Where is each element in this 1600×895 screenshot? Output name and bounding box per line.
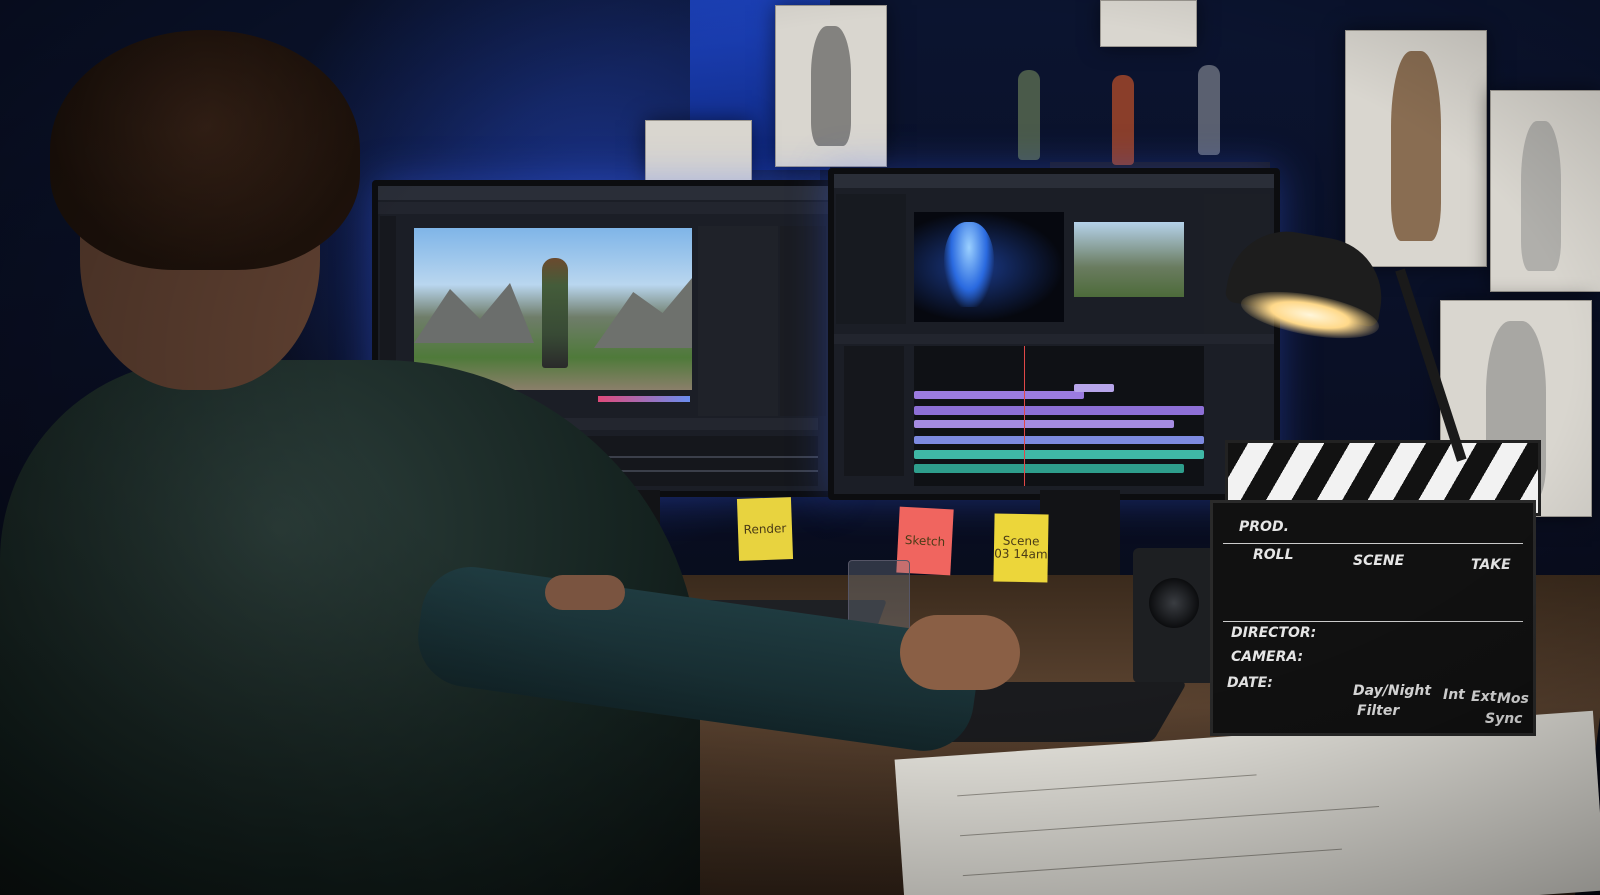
- clap-daynight-label: Day/Night: [1353, 683, 1432, 699]
- character-poster-5: [1490, 90, 1600, 292]
- clap-divider: [1223, 543, 1523, 544]
- video-clip[interactable]: [914, 436, 1204, 444]
- clap-sync-label: Sync: [1485, 711, 1523, 727]
- clap-roll-label: ROLL: [1253, 547, 1294, 563]
- video-clip[interactable]: [1074, 384, 1114, 392]
- viewport-render[interactable]: [414, 228, 692, 390]
- clap-mos-label: Mos: [1497, 691, 1529, 707]
- color-bar: [598, 396, 690, 402]
- person-hand: [900, 615, 1020, 690]
- mountain: [414, 283, 534, 343]
- character-poster-1: [775, 5, 887, 167]
- playhead[interactable]: [1024, 346, 1025, 486]
- sketch-line: [957, 774, 1257, 797]
- animation-studio-scene: Render Sketch Scene 03 14am PROD. ROLL S…: [0, 0, 1600, 895]
- glowing-character: [944, 222, 994, 307]
- character-poster-2: [645, 120, 752, 182]
- poster-figure: [1521, 121, 1561, 271]
- clap-prod-label: PROD.: [1239, 519, 1289, 535]
- sketch-line: [962, 848, 1342, 877]
- figurine-2: [1112, 75, 1134, 165]
- poster-figure: [811, 26, 851, 146]
- video-editor-window[interactable]: [834, 174, 1274, 494]
- video-clip[interactable]: [914, 391, 1084, 399]
- figurine-3: [1198, 65, 1220, 155]
- person-hair: [50, 30, 360, 270]
- poster-figure: [1391, 51, 1441, 241]
- editor-menu-bar[interactable]: [834, 174, 1274, 188]
- right-monitor: [828, 168, 1280, 500]
- app-toolbar[interactable]: [378, 202, 830, 214]
- track-headers[interactable]: [844, 346, 904, 476]
- video-clip[interactable]: [914, 420, 1174, 428]
- editing-timeline[interactable]: [914, 346, 1204, 486]
- app-menu-bar[interactable]: [378, 186, 830, 200]
- media-browser-panel[interactable]: [836, 194, 906, 324]
- clap-divider: [1223, 621, 1523, 622]
- timeline-toolbar[interactable]: [834, 334, 1274, 344]
- clap-ext-label: Ext: [1471, 689, 1497, 705]
- clap-filter-label: Filter: [1357, 703, 1400, 719]
- program-monitor[interactable]: [1074, 222, 1184, 297]
- clap-int-label: Int: [1443, 687, 1465, 703]
- source-monitor[interactable]: [914, 212, 1064, 322]
- clap-scene-label: SCENE: [1353, 553, 1405, 569]
- person-left-hand: [545, 575, 625, 610]
- audio-clip[interactable]: [914, 450, 1204, 459]
- clapperboard: PROD. ROLL SCENE TAKE DIRECTOR: CAMERA: …: [1210, 500, 1536, 736]
- sticky-note-scene: Scene 03 14am: [993, 513, 1049, 583]
- mountain: [594, 278, 692, 348]
- figurine-1: [1018, 70, 1040, 160]
- sketch-line: [960, 805, 1380, 837]
- character-model[interactable]: [542, 258, 568, 368]
- layers-panel[interactable]: [698, 226, 778, 416]
- video-clip[interactable]: [914, 406, 1204, 415]
- character-poster-4: [1345, 30, 1487, 267]
- clap-camera-label: CAMERA:: [1231, 649, 1304, 665]
- clap-date-label: DATE:: [1227, 675, 1273, 691]
- character-poster-3: [1100, 0, 1197, 47]
- speaker: [1133, 548, 1215, 683]
- clap-take-label: TAKE: [1471, 557, 1511, 573]
- properties-panel[interactable]: [780, 226, 826, 416]
- speaker-woofer: [1149, 578, 1199, 628]
- sticky-note-render: Render: [736, 497, 794, 561]
- clap-director-label: DIRECTOR:: [1231, 625, 1317, 641]
- audio-clip[interactable]: [914, 464, 1184, 473]
